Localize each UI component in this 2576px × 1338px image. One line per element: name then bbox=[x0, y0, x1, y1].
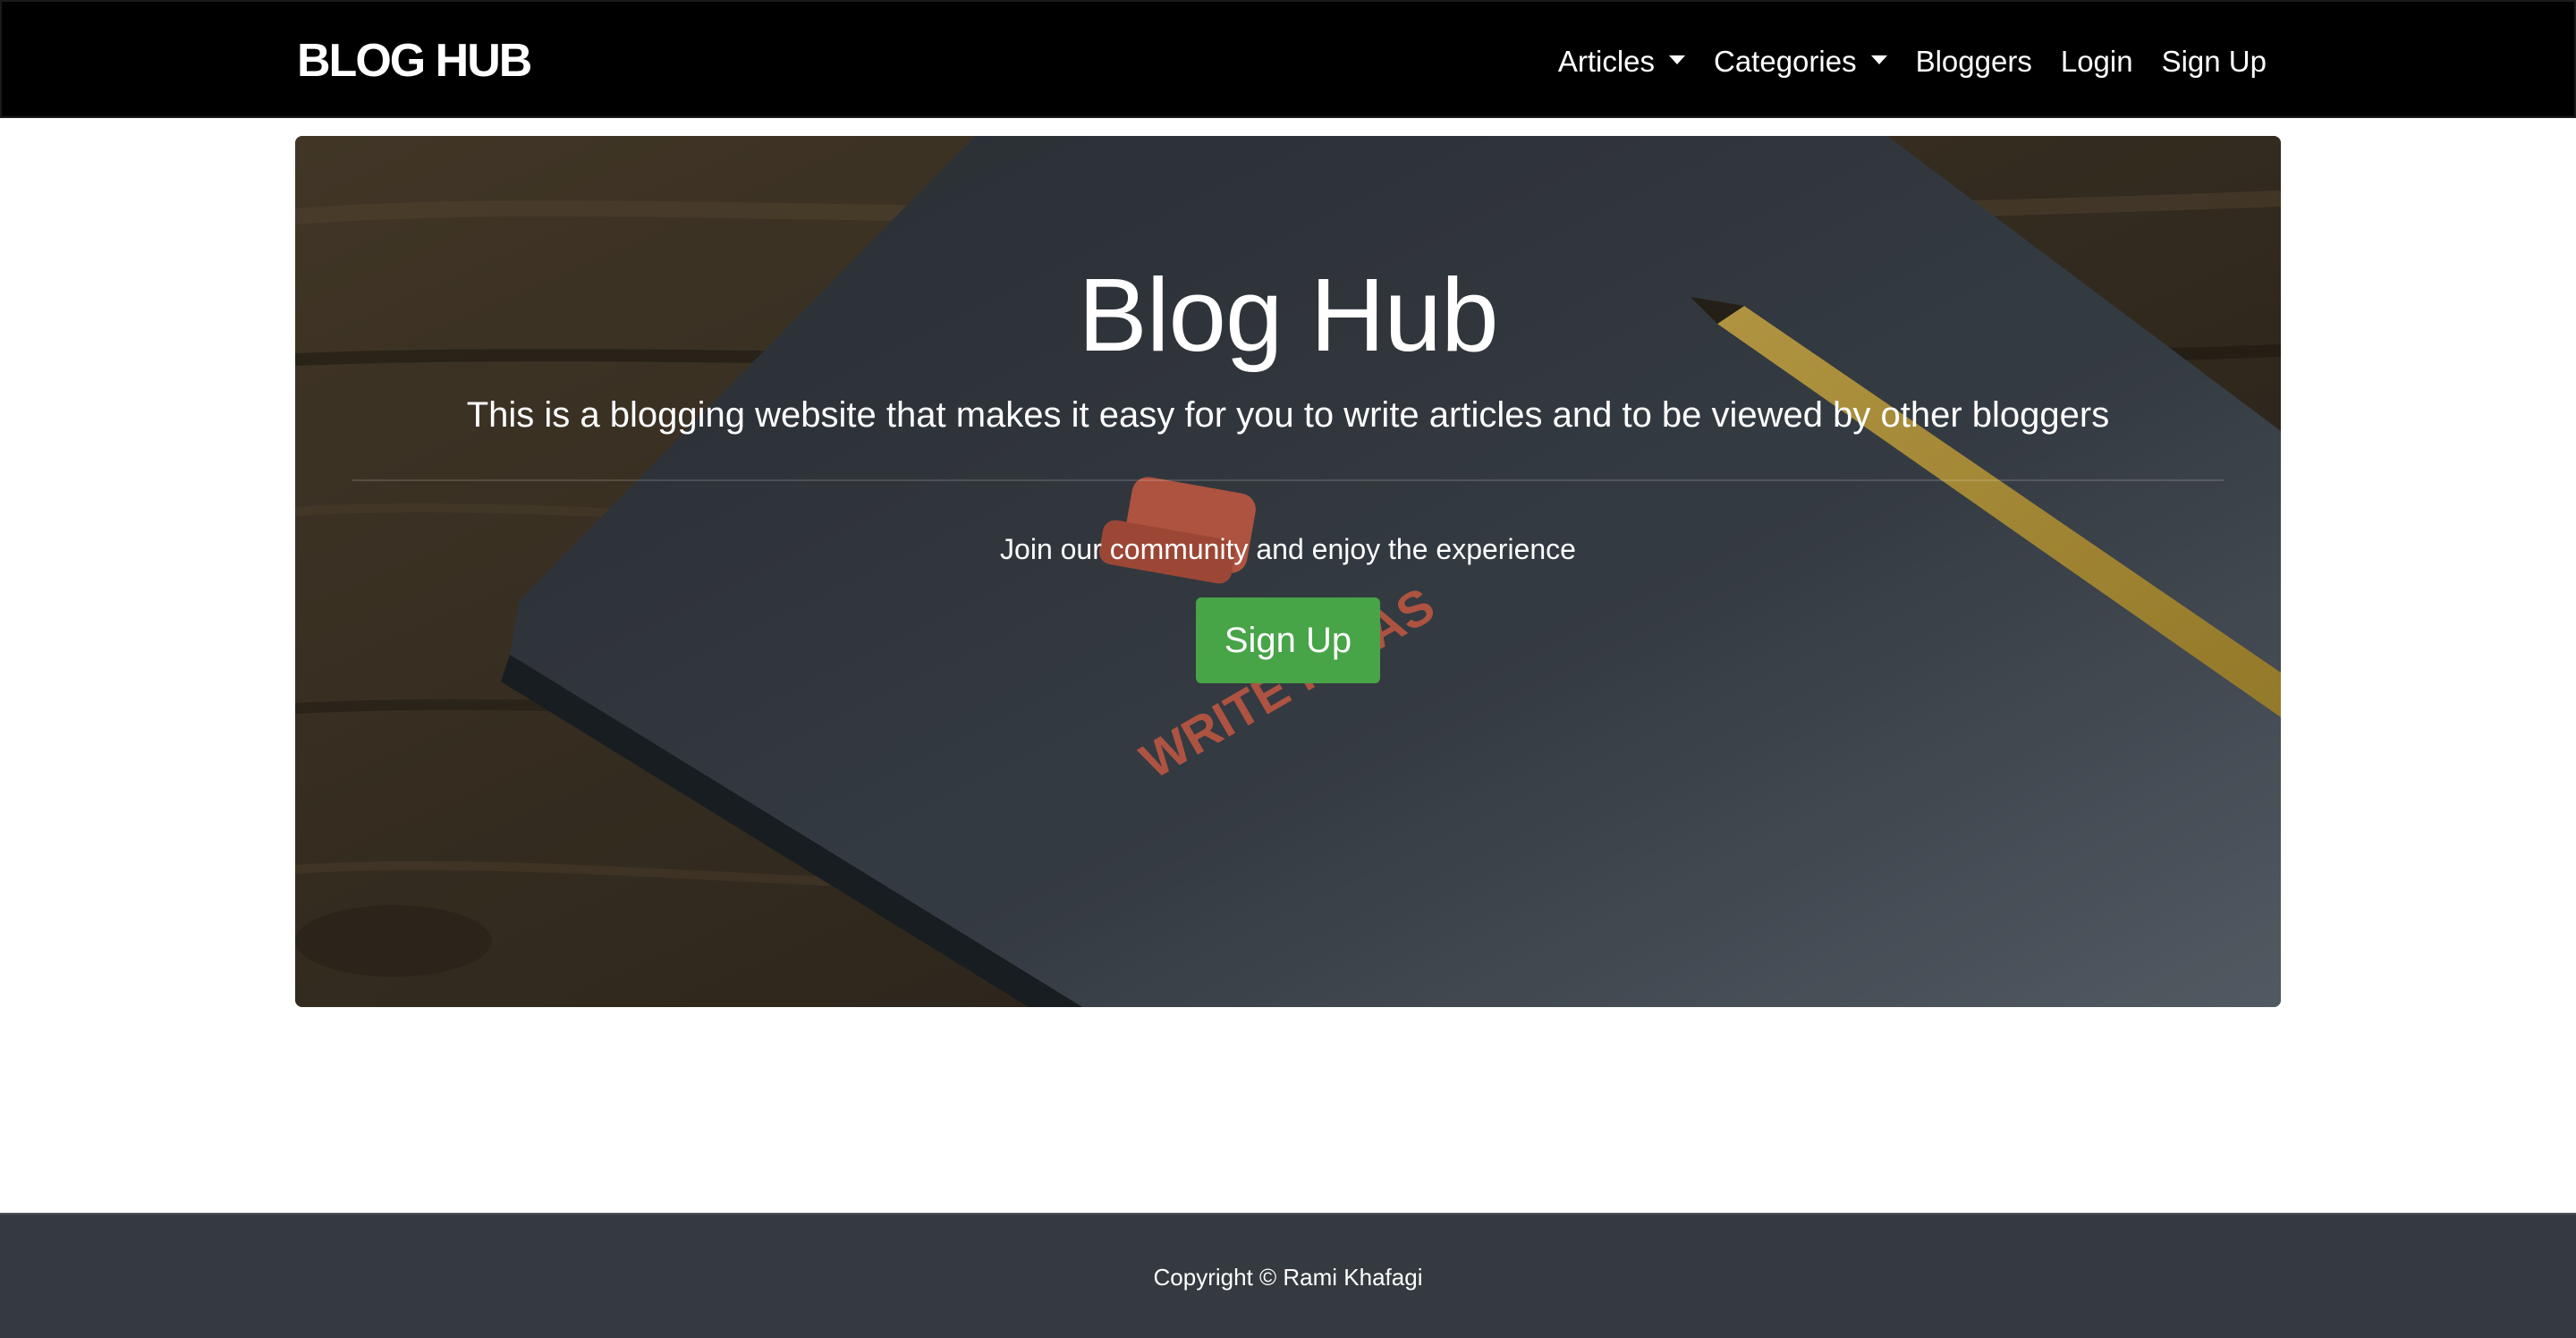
nav-login-link[interactable]: Login bbox=[2061, 38, 2133, 86]
hero-title: Blog Hub bbox=[1078, 257, 1498, 373]
nav-articles-label: Articles bbox=[1557, 45, 1655, 78]
nav-categories-dropdown[interactable]: Categories bbox=[1714, 38, 1887, 86]
nav-categories-label: Categories bbox=[1714, 45, 1857, 78]
hero-subtext: Join our community and enjoy the experie… bbox=[1000, 533, 1576, 565]
nav-links: Articles Categories Bloggers Login Sign … bbox=[1558, 38, 2267, 86]
hero-content: Blog Hub This is a blogging website that… bbox=[295, 136, 2281, 1007]
nav-bloggers-link[interactable]: Bloggers bbox=[1916, 38, 2032, 86]
nav-articles-dropdown[interactable]: Articles bbox=[1558, 38, 1685, 86]
brand-logo-link[interactable]: BLOG HUB bbox=[297, 32, 532, 89]
hero-jumbotron: WRITE IDEAS Blog Hub This is a blogging … bbox=[295, 136, 2281, 1007]
footer-copyright: Copyright © Rami Khafagi bbox=[1153, 1264, 1423, 1291]
footer: Copyright © Rami Khafagi bbox=[0, 1213, 2576, 1338]
navbar: BLOG HUB Articles Categories Bloggers Lo… bbox=[0, 0, 2576, 118]
hero-divider bbox=[352, 479, 2224, 481]
hero-lead-text: This is a blogging website that makes it… bbox=[466, 395, 2110, 435]
caret-down-icon bbox=[1870, 55, 1887, 64]
nav-signup-link[interactable]: Sign Up bbox=[2162, 38, 2267, 86]
hero-signup-button[interactable]: Sign Up bbox=[1196, 597, 1380, 683]
caret-down-icon bbox=[1669, 55, 1685, 64]
